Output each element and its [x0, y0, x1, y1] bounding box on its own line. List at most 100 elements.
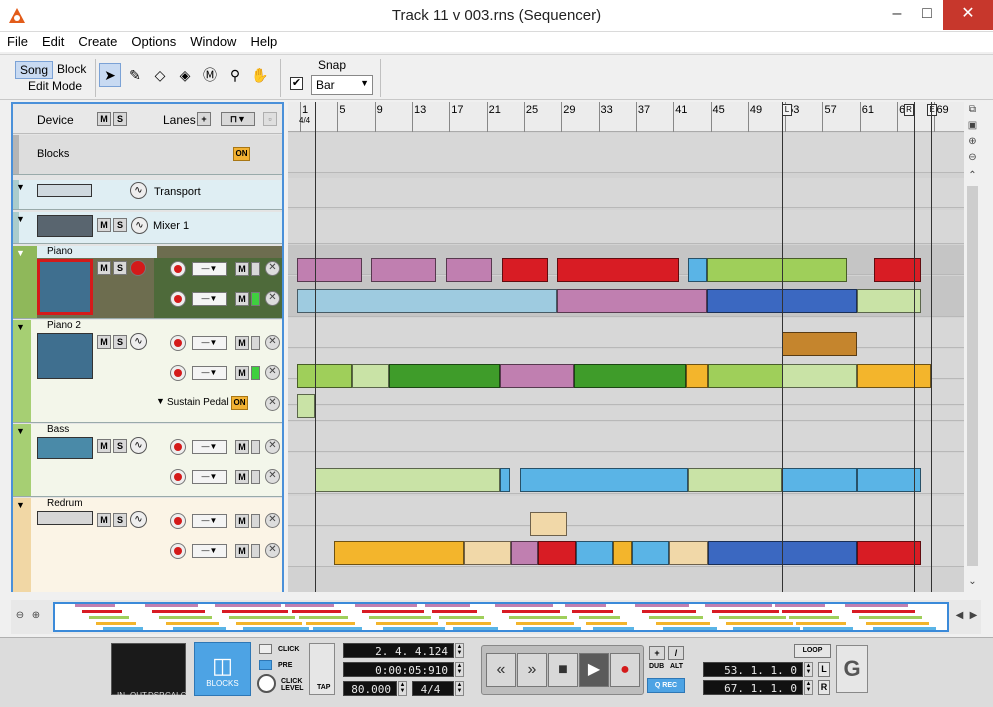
menu-help[interactable]: Help [243, 32, 284, 49]
left-locator-spinner[interactable]: ▲ ▼ [804, 662, 813, 677]
lane-record-button[interactable] [170, 469, 186, 485]
delete-lane-button[interactable]: ✕ [265, 335, 280, 350]
mute-button[interactable]: M [97, 439, 111, 453]
bass-track[interactable]: ▼ Bass M S ∿ —▼ M ✕ —▼ M ✕ [13, 424, 282, 497]
piano2-device-thumbnail[interactable] [37, 333, 93, 379]
click-toggle[interactable] [259, 644, 272, 654]
signature-spinner[interactable]: ▲ ▼ [455, 681, 464, 696]
bass-device-thumbnail[interactable] [37, 437, 93, 459]
clip[interactable] [464, 541, 511, 565]
lane-select[interactable]: —▼ [192, 336, 227, 350]
lane-mute-button[interactable]: M [235, 366, 249, 380]
clip[interactable] [297, 394, 315, 418]
lane-record-button[interactable] [170, 365, 186, 381]
mute-tool-icon[interactable]: Ⓜ [199, 63, 221, 87]
clip[interactable] [446, 258, 492, 282]
loop-button[interactable]: LOOP [794, 644, 831, 658]
piano-track[interactable]: ▼ Piano M S —▼ M ✕ —▼ M ✕ [13, 246, 282, 319]
clip[interactable] [520, 468, 688, 492]
lane-record-button[interactable] [170, 543, 186, 559]
timeline-ruler[interactable]: 1591317212529333741454953576165694/4LRE [288, 102, 964, 132]
lane-mute-button[interactable]: M [235, 514, 249, 528]
lane-record-button[interactable] [170, 513, 186, 529]
sequencer-lane[interactable] [288, 133, 964, 173]
solo-button[interactable]: S [113, 439, 127, 453]
overview-navigator[interactable] [53, 602, 949, 632]
clip[interactable] [857, 541, 921, 565]
razor-tool-icon[interactable]: ◈ [174, 63, 196, 87]
zoom-in-icon[interactable]: ⊕ [29, 610, 43, 623]
solo-button[interactable]: S [113, 218, 127, 232]
restore-icon[interactable]: ⧉ [966, 104, 979, 117]
lane-select[interactable]: —▼ [192, 440, 227, 454]
lane-record-button[interactable] [170, 439, 186, 455]
solo-button[interactable]: S [113, 513, 127, 527]
blocks-button[interactable]: ◫ BLOCKS [194, 642, 251, 696]
lane-select[interactable]: —▼ [192, 366, 227, 380]
redrum-track[interactable]: ▼ Redrum M S ∿ —▼ M ✕ —▼ M ✕ [13, 498, 282, 592]
lane-select[interactable]: —▼ [192, 292, 227, 306]
mute-button[interactable]: M [97, 261, 111, 275]
clip[interactable] [389, 364, 500, 388]
quantize-record-button[interactable]: Q REC [647, 678, 685, 693]
lane-record-button[interactable] [170, 291, 186, 307]
clip[interactable] [857, 289, 921, 313]
clip[interactable] [782, 332, 857, 356]
clip[interactable] [315, 468, 500, 492]
clip[interactable] [857, 364, 931, 388]
clip[interactable] [297, 364, 352, 388]
delete-lane-button[interactable]: ✕ [265, 469, 280, 484]
sequencer-lane[interactable] [288, 178, 964, 208]
delete-lane-button[interactable]: ✕ [265, 291, 280, 306]
song-mode-button[interactable]: Song [15, 61, 54, 79]
solo-all-button[interactable]: S [113, 112, 127, 126]
left-locator-button[interactable]: L [818, 662, 830, 677]
time-spinner[interactable]: ▲ ▼ [455, 662, 464, 677]
time-display[interactable]: 0:00:05:910 [343, 662, 454, 677]
window-icon[interactable]: ▣ [966, 120, 979, 133]
lane-record-button[interactable] [170, 261, 186, 277]
eraser-tool-icon[interactable]: ◇ [149, 63, 171, 87]
mute-all-button[interactable]: M [97, 112, 111, 126]
sequencer-lane[interactable] [288, 422, 964, 452]
vertical-scrollbar[interactable]: ⧉ ▣ ⊕ ⊖ ⌃ ⌄ [964, 102, 981, 592]
fold-triangle-icon[interactable]: ▼ [156, 396, 165, 406]
fold-triangle-icon[interactable]: ▼ [16, 322, 25, 332]
clip[interactable] [669, 541, 708, 565]
scroll-down-icon[interactable]: ⌄ [966, 576, 979, 589]
sequencer-arrangement[interactable]: 1591317212529333741454953576165694/4LRE [288, 102, 964, 592]
hand-tool-icon[interactable]: ✋ [249, 63, 271, 87]
lane-mute-button[interactable]: M [235, 544, 249, 558]
arrow-tool-icon[interactable]: ➤ [99, 63, 121, 87]
clip[interactable] [632, 541, 669, 565]
scroll-left-icon[interactable]: ◀ [953, 610, 966, 623]
clip[interactable] [688, 468, 782, 492]
fold-triangle-icon[interactable]: ▼ [16, 182, 25, 192]
clip[interactable] [502, 258, 548, 282]
tempo-display[interactable]: 80.000 [343, 681, 397, 696]
sequencer-lane[interactable] [288, 318, 964, 348]
automation-icon[interactable]: ∿ [130, 182, 147, 199]
blocks-on-button[interactable]: ON [233, 147, 250, 161]
right-locator-spinner[interactable]: ▲ ▼ [804, 680, 813, 695]
play-button[interactable]: ▶ [579, 653, 609, 687]
click-level-knob[interactable] [257, 674, 276, 693]
lane-mute-button[interactable]: M [235, 336, 249, 350]
delete-lane-button[interactable]: ✕ [265, 396, 280, 411]
sequencer-lane[interactable] [288, 210, 964, 244]
tap-button[interactable]: TAP [309, 643, 335, 695]
menu-create[interactable]: Create [71, 32, 124, 49]
rewind-button[interactable]: « [486, 653, 516, 687]
automation-on-button[interactable]: ON [231, 396, 248, 410]
sequencer-lane[interactable] [288, 406, 964, 421]
scroll-up-icon[interactable]: ⌃ [966, 170, 979, 183]
solo-button[interactable]: S [113, 335, 127, 349]
clip[interactable] [371, 258, 436, 282]
piano-device-thumbnail[interactable] [37, 259, 93, 315]
snap-select[interactable]: Bar ▼ [311, 75, 373, 95]
minimize-button[interactable]: – [881, 0, 913, 30]
menu-file[interactable]: File [0, 32, 35, 49]
clip[interactable] [352, 364, 389, 388]
clip[interactable] [500, 468, 510, 492]
automation-icon[interactable]: ∿ [130, 333, 147, 350]
